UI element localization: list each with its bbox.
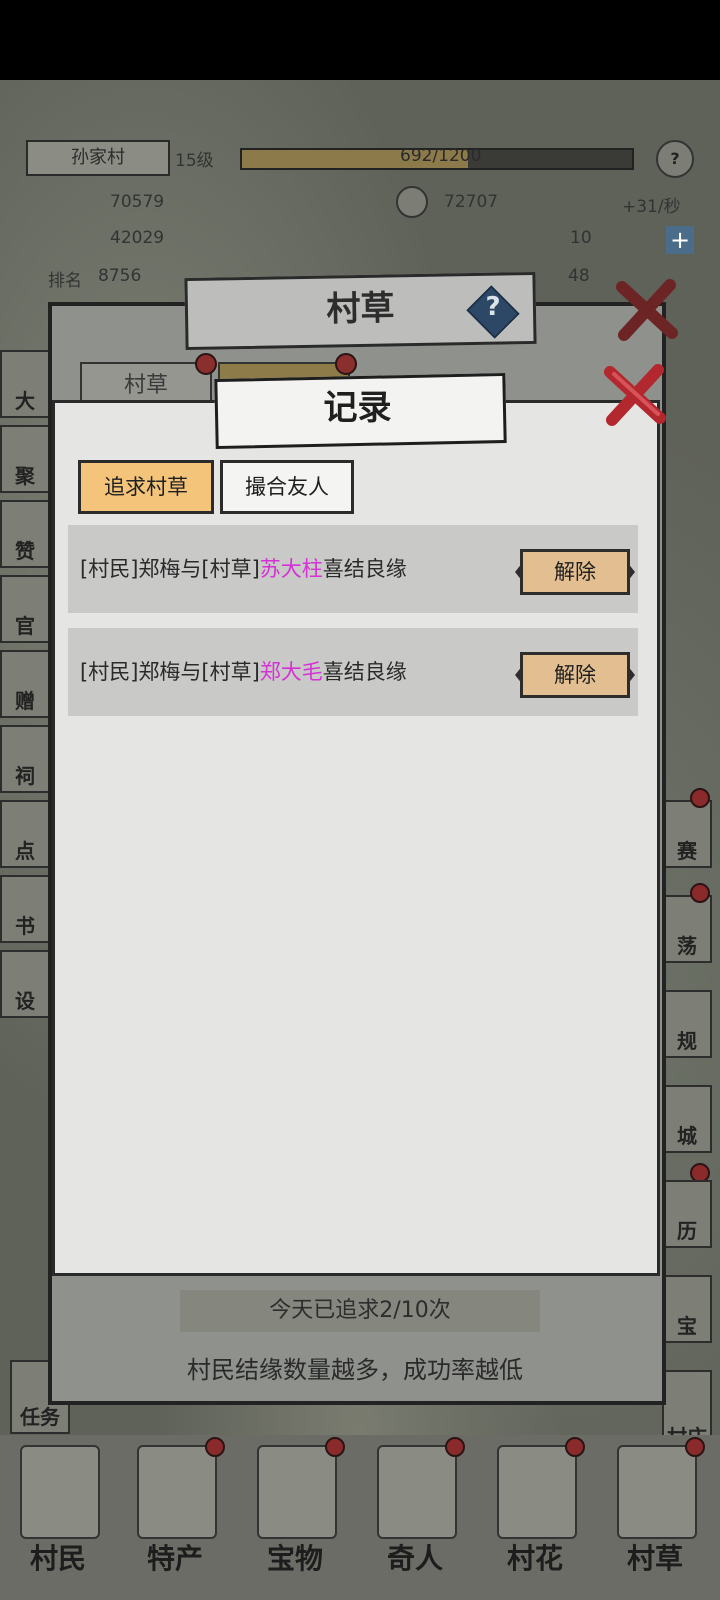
daily-pursuit-count: 今天已追求2/10次 bbox=[180, 1290, 540, 1332]
nav-label: 村民 bbox=[29, 1542, 86, 1575]
treasure-icon bbox=[257, 1445, 337, 1539]
right-menu-item[interactable]: 荡 bbox=[662, 895, 712, 963]
left-menu-item[interactable]: 赠 bbox=[0, 650, 50, 718]
left-menu-item[interactable]: 点 bbox=[0, 800, 50, 868]
record-text: [村民]郑梅与[村草]苏大柱喜结良缘 bbox=[80, 525, 407, 613]
record-text: [村民]郑梅与[村草]郑大毛喜结良缘 bbox=[80, 628, 407, 716]
coins-value: 72707 bbox=[444, 192, 499, 212]
stat2-value: 42029 bbox=[110, 228, 165, 248]
record-partner-name: 郑大毛 bbox=[259, 660, 323, 684]
nav-stranger[interactable]: 奇人 bbox=[365, 1437, 465, 1595]
help-icon[interactable]: ? bbox=[656, 140, 694, 178]
success-rate-tip: 村民结缘数量越多，成功率越低 bbox=[187, 1356, 523, 1384]
left-menu-item[interactable]: 大 bbox=[0, 350, 50, 418]
right-menu-item[interactable]: 宝 bbox=[662, 1275, 712, 1343]
notification-dot bbox=[690, 883, 710, 903]
left-menu-item[interactable]: 书 bbox=[0, 875, 50, 943]
nav-villager[interactable]: 村民 bbox=[8, 1445, 108, 1595]
stat3-value: 48 bbox=[568, 266, 590, 286]
left-menu-item[interactable]: 设 bbox=[0, 950, 50, 1018]
village-belle-portrait-icon bbox=[497, 1445, 577, 1539]
bottom-nav: 村民 特产 宝物 奇人 村花 村草 bbox=[0, 1435, 720, 1600]
right-menu-item[interactable]: 历 bbox=[662, 1180, 712, 1248]
gold-value: 10 bbox=[570, 228, 592, 248]
left-menu-item[interactable]: 官 bbox=[0, 575, 50, 643]
tab-pursue-village-beau[interactable]: 追求村草 bbox=[78, 460, 214, 514]
nav-village-belle[interactable]: 村花 bbox=[485, 1437, 585, 1595]
left-menu-item[interactable]: 赞 bbox=[0, 500, 50, 568]
close-icon[interactable] bbox=[600, 360, 670, 430]
record-partner-name: 苏大柱 bbox=[259, 557, 323, 581]
nav-treasure[interactable]: 宝物 bbox=[245, 1437, 345, 1595]
right-menu-item[interactable]: 赛 bbox=[662, 800, 712, 868]
hud-village-row: 孙家村 15级 692/1200 ? bbox=[10, 140, 710, 180]
village-level: 15级 bbox=[175, 151, 214, 171]
village-beau-portrait-icon bbox=[617, 1445, 697, 1539]
right-menu-item[interactable]: 规 bbox=[662, 990, 712, 1058]
exp-progress-text: 692/1200 bbox=[400, 146, 482, 166]
nav-label: 奇人 bbox=[386, 1542, 443, 1575]
peg-decoration bbox=[195, 353, 217, 375]
nav-specialty[interactable]: 特产 bbox=[125, 1437, 225, 1595]
nav-label: 村花 bbox=[506, 1542, 563, 1575]
stat1-value: 70579 bbox=[110, 192, 165, 212]
left-menu-item[interactable]: 聚 bbox=[0, 425, 50, 493]
right-menu-item[interactable]: 城 bbox=[662, 1085, 712, 1153]
record-suffix: 喜结良缘 bbox=[322, 660, 407, 684]
nav-label: 宝物 bbox=[266, 1542, 323, 1575]
record-row: [村民]郑梅与[村草]郑大毛喜结良缘 解除 bbox=[68, 628, 638, 716]
nav-village-beau[interactable]: 村草 bbox=[605, 1437, 705, 1595]
outer-close-icon[interactable] bbox=[612, 275, 682, 345]
records-dialog-title: 记录 bbox=[323, 388, 392, 428]
stranger-portrait-icon bbox=[377, 1445, 457, 1539]
notification-dot bbox=[205, 1437, 225, 1457]
notification-dot bbox=[685, 1437, 705, 1457]
record-prefix: [村民]郑梅与[村草] bbox=[80, 557, 260, 581]
notification-dot bbox=[690, 788, 710, 808]
dissolve-button[interactable]: 解除 bbox=[515, 549, 635, 595]
peg-decoration bbox=[335, 353, 357, 375]
hud-resource-row-2: 42029 10 + bbox=[10, 224, 710, 264]
record-prefix: [村民]郑梅与[村草] bbox=[80, 660, 260, 684]
specialty-icon bbox=[137, 1445, 217, 1539]
tab-matchmake-friends[interactable]: 撮合友人 bbox=[220, 460, 354, 514]
villager-portrait-icon bbox=[20, 1445, 100, 1539]
notification-dot bbox=[565, 1437, 585, 1457]
status-bar bbox=[0, 0, 720, 80]
village-name[interactable]: 孙家村 bbox=[26, 140, 170, 176]
add-gold-button[interactable]: + bbox=[666, 226, 694, 254]
dissolve-button[interactable]: 解除 bbox=[515, 652, 635, 698]
nav-label: 村草 bbox=[626, 1542, 683, 1575]
nav-label: 特产 bbox=[146, 1542, 203, 1575]
hud-resource-row-1: 70579 72707 +31/秒 bbox=[10, 186, 710, 228]
help-question-icon: ? bbox=[485, 292, 501, 322]
record-suffix: 喜结良缘 bbox=[322, 557, 407, 581]
coins-rate: +31/秒 bbox=[622, 197, 681, 217]
coin-icon bbox=[396, 186, 428, 218]
rank-label: 排名 bbox=[48, 271, 82, 291]
rank-value: 8756 bbox=[98, 266, 142, 286]
notification-dot bbox=[325, 1437, 345, 1457]
left-menu-item[interactable]: 祠 bbox=[0, 725, 50, 793]
notification-dot bbox=[445, 1437, 465, 1457]
record-row: [村民]郑梅与[村草]苏大柱喜结良缘 解除 bbox=[68, 525, 638, 613]
